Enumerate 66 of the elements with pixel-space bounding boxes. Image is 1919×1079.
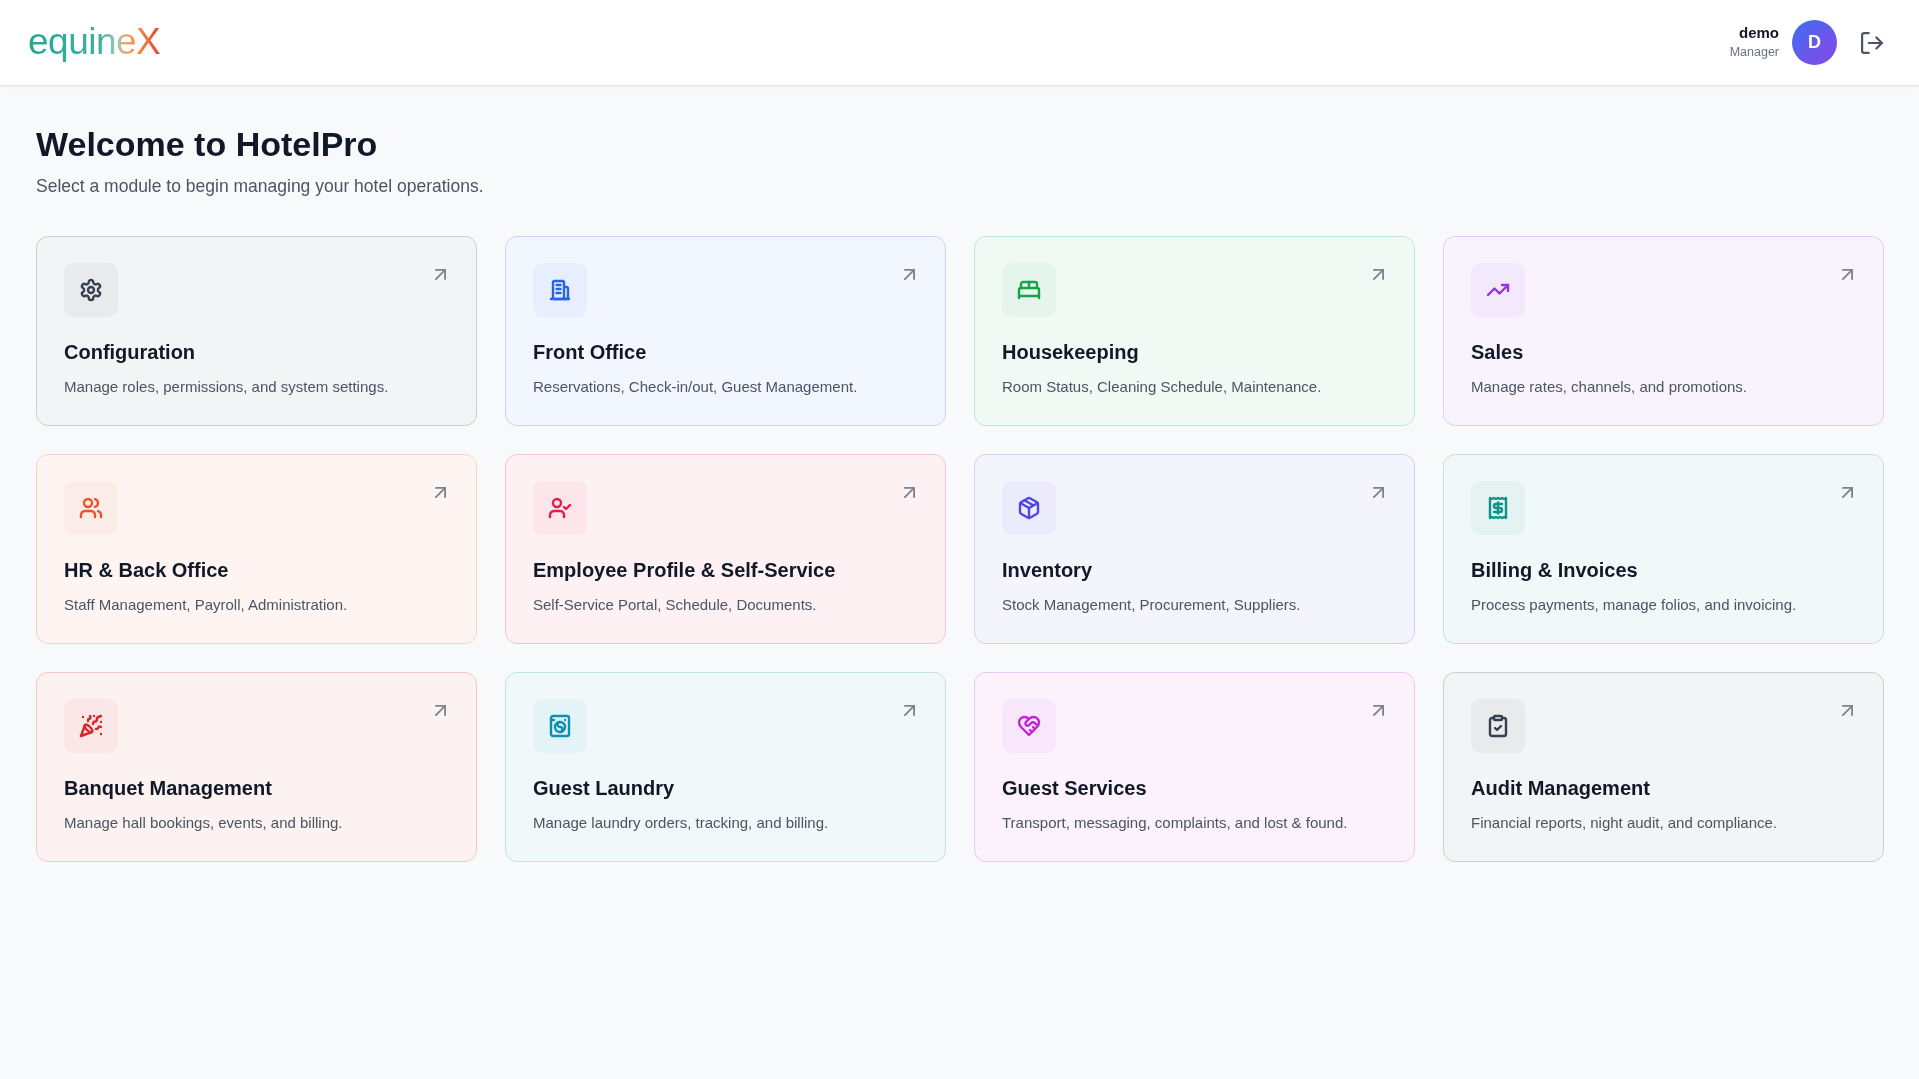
module-title: Sales	[1471, 340, 1525, 365]
users-icon	[64, 481, 118, 535]
settings-icon	[64, 263, 118, 317]
module-title: HR & Back Office	[64, 558, 230, 583]
arrow-up-right-icon	[435, 705, 446, 716]
module-title: Configuration	[64, 340, 197, 365]
logout-icon[interactable]	[1861, 31, 1883, 54]
module-card[interactable]: Employee Profile & Self-Service Self-Service Portal, Schedule, Documents.	[505, 454, 946, 644]
module-title: Guest Services	[1002, 776, 1148, 801]
building-icon	[533, 263, 587, 317]
heart-handshake-icon	[1002, 699, 1056, 753]
clipboard-check-icon	[1471, 699, 1525, 753]
module-description: Stock Management, Procurement, Suppliers.	[1002, 595, 1302, 615]
avatar[interactable]: D	[1792, 20, 1837, 65]
module-card[interactable]: Housekeeping Room Status, Cleaning Schedule, Maintenance.	[974, 236, 1415, 426]
module-title: Billing & Invoices	[1471, 558, 1639, 583]
arrow-up-right-icon	[904, 705, 915, 716]
party-popper-icon	[64, 699, 118, 753]
module-description: Process payments, manage folios, and invoicing.	[1471, 595, 1798, 615]
module-description: Transport, messaging, complaints, and lost & found.	[1002, 813, 1349, 833]
box-icon	[1002, 481, 1056, 535]
module-title: Banquet Management	[64, 776, 273, 801]
module-card[interactable]: Guest Services Transport, messaging, complaints, and lost & found.	[974, 672, 1415, 862]
module-title: Housekeeping	[1002, 340, 1140, 365]
user-name: demo	[1739, 24, 1779, 42]
module-description: Manage hall bookings, events, and billing.	[64, 813, 344, 833]
module-card[interactable]: Front Office Reservations, Check-in/out, Guest Management.	[505, 236, 946, 426]
module-card[interactable]: Configuration Manage roles, permissions, and system settings.	[36, 236, 477, 426]
arrow-up-right-icon	[904, 487, 915, 498]
module-description: Staff Management, Payroll, Administration.	[64, 595, 349, 615]
module-card[interactable]: Sales Manage rates, channels, and promotions.	[1443, 236, 1884, 426]
module-description: Financial reports, night audit, and compliance.	[1471, 813, 1778, 833]
module-card[interactable]: Inventory Stock Management, Procurement, Suppliers.	[974, 454, 1415, 644]
module-title: Front Office	[533, 340, 648, 365]
bed-icon	[1002, 263, 1056, 317]
arrow-up-right-icon	[1842, 487, 1853, 498]
module-card[interactable]: Banquet Management Manage hall bookings, events, and billing.	[36, 672, 477, 862]
module-card[interactable]: Guest Laundry Manage laundry orders, tracking, and billing.	[505, 672, 946, 862]
module-title: Guest Laundry	[533, 776, 676, 801]
trend-up-icon	[1471, 263, 1525, 317]
page-subtitle: Select a module to begin managing your hotel operations.	[36, 175, 485, 198]
arrow-up-right-icon	[904, 269, 915, 280]
module-card[interactable]: HR & Back Office Staff Management, Payroll, Administration.	[36, 454, 477, 644]
module-card[interactable]: Billing & Invoices Process payments, manage folios, and invoicing.	[1443, 454, 1884, 644]
page-title: Welcome to HotelPro	[36, 124, 379, 165]
module-description: Room Status, Cleaning Schedule, Maintenance.	[1002, 377, 1323, 397]
arrow-up-right-icon	[435, 269, 446, 280]
module-description: Manage rates, channels, and promotions.	[1471, 377, 1748, 397]
module-title: Employee Profile & Self-Service	[533, 558, 837, 583]
arrow-up-right-icon	[435, 487, 446, 498]
module-description: Self-Service Portal, Schedule, Documents.	[533, 595, 818, 615]
module-description: Manage laundry orders, tracking, and billing.	[533, 813, 830, 833]
module-description: Reservations, Check-in/out, Guest Management.	[533, 377, 859, 397]
module-card[interactable]: Audit Management Financial reports, night audit, and compliance.	[1443, 672, 1884, 862]
user-role: Manager	[1729, 44, 1779, 61]
arrow-up-right-icon	[1373, 269, 1384, 280]
module-title: Audit Management	[1471, 776, 1651, 801]
arrow-up-right-icon	[1373, 487, 1384, 498]
module-description: Manage roles, permissions, and system settings.	[64, 377, 390, 397]
arrow-up-right-icon	[1373, 705, 1384, 716]
washing-machine-icon	[533, 699, 587, 753]
user-check-icon	[533, 481, 587, 535]
receipt-icon	[1471, 481, 1525, 535]
arrow-up-right-icon	[1842, 705, 1853, 716]
module-title: Inventory	[1002, 558, 1094, 583]
arrow-up-right-icon	[1842, 269, 1853, 280]
